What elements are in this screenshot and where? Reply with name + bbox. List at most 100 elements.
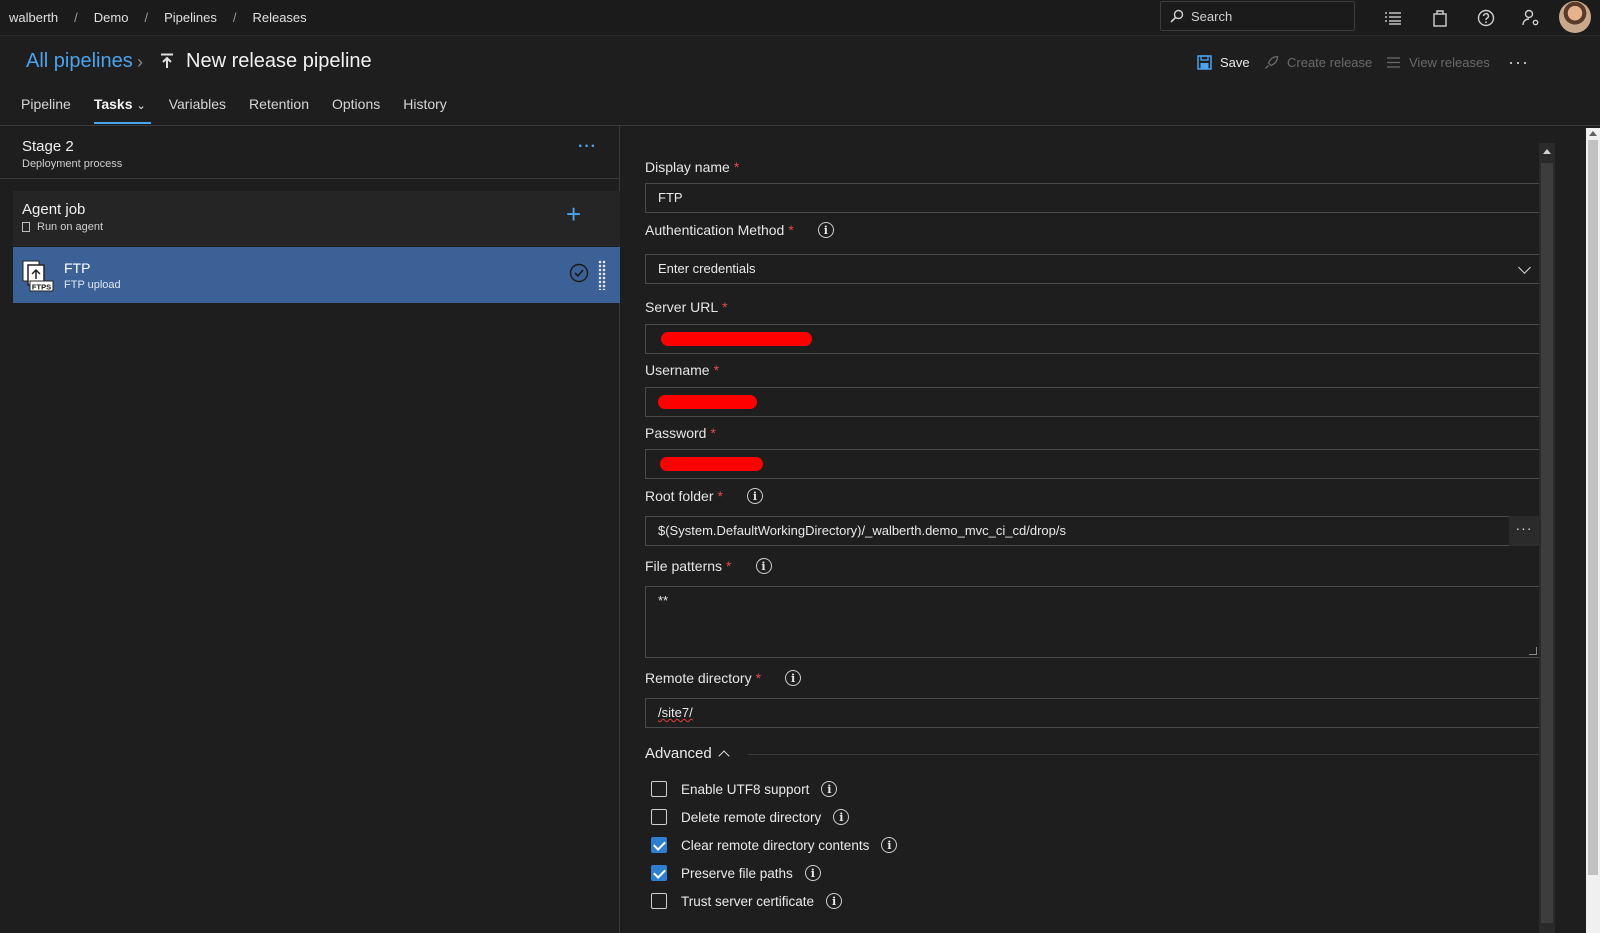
delete-remote-directory-option[interactable]: Delete remote directory i bbox=[651, 809, 850, 825]
required-mark: * bbox=[788, 222, 794, 238]
tab-pipeline[interactable]: Pipeline bbox=[21, 96, 71, 124]
root-folder-input[interactable]: $(System.DefaultWorkingDirectory)/_walbe… bbox=[645, 516, 1510, 546]
info-icon[interactable]: i bbox=[746, 488, 763, 504]
required-mark: * bbox=[710, 425, 716, 441]
tab-tasks[interactable]: Tasks ⌄ bbox=[93, 96, 151, 124]
remote-directory-input[interactable]: /site7/ bbox=[645, 698, 1540, 728]
chevron-right-icon: › bbox=[137, 52, 143, 72]
info-icon[interactable]: i bbox=[755, 558, 772, 574]
display-name-input[interactable]: FTP bbox=[645, 183, 1540, 213]
preserve-file-paths-option[interactable]: Preserve file paths i bbox=[651, 865, 821, 881]
user-settings-icon[interactable] bbox=[1521, 8, 1541, 28]
task-subtitle: FTP upload bbox=[64, 279, 121, 291]
trust-server-certificate-checkbox[interactable] bbox=[651, 893, 667, 909]
scrollbar-thumb[interactable] bbox=[1588, 140, 1598, 875]
password-input[interactable] bbox=[645, 449, 1540, 479]
clear-remote-directory-checkbox[interactable] bbox=[651, 837, 667, 853]
preserve-file-paths-checkbox[interactable] bbox=[651, 865, 667, 881]
check-circle-icon bbox=[569, 263, 589, 283]
tab-retention[interactable]: Retention bbox=[249, 96, 309, 124]
more-actions-button[interactable]: ··· bbox=[1508, 52, 1529, 73]
info-icon[interactable]: i bbox=[817, 222, 834, 238]
label-text: Display name bbox=[645, 159, 730, 175]
save-button[interactable]: Save bbox=[1197, 55, 1250, 70]
breadcrumb-separator: / bbox=[232, 10, 237, 25]
redaction-mark bbox=[661, 332, 812, 346]
ftp-upload-icon: FTPS bbox=[22, 260, 54, 292]
password-label: Password * bbox=[645, 425, 716, 441]
info-icon[interactable]: i bbox=[826, 893, 843, 909]
task-row-ftp[interactable]: FTPS FTP FTP upload bbox=[13, 247, 620, 303]
view-releases-button[interactable]: View releases bbox=[1386, 55, 1490, 70]
task-title: FTP bbox=[64, 260, 91, 276]
tab-options[interactable]: Options bbox=[332, 96, 380, 124]
clear-remote-directory-option[interactable]: Clear remote directory contents i bbox=[651, 837, 898, 853]
page-scrollbar[interactable] bbox=[1586, 128, 1600, 933]
create-release-button[interactable]: Create release bbox=[1264, 55, 1372, 70]
info-icon[interactable]: i bbox=[821, 781, 838, 797]
breadcrumb-pipelines[interactable]: Pipelines bbox=[164, 10, 217, 25]
marketplace-bag-icon[interactable] bbox=[1430, 8, 1450, 28]
breadcrumb-releases[interactable]: Releases bbox=[252, 10, 306, 25]
delete-remote-directory-checkbox[interactable] bbox=[651, 809, 667, 825]
browse-button[interactable]: ··· bbox=[1509, 516, 1539, 546]
breadcrumb: walberth / Demo / Pipelines / Releases bbox=[9, 10, 307, 25]
stage-more-button[interactable]: ··· bbox=[578, 138, 597, 156]
all-pipelines-link[interactable]: All pipelines bbox=[26, 50, 133, 73]
advanced-section-toggle[interactable]: Advanced bbox=[645, 745, 730, 762]
option-label: Enable UTF8 support bbox=[681, 781, 810, 797]
resize-handle-icon[interactable] bbox=[1529, 647, 1537, 655]
scroll-up-icon[interactable] bbox=[1589, 131, 1597, 136]
drag-handle-icon[interactable] bbox=[598, 260, 606, 290]
info-icon[interactable]: i bbox=[785, 670, 802, 686]
task-list-icon[interactable] bbox=[1383, 8, 1403, 28]
label-text: Username bbox=[645, 362, 710, 378]
auth-method-dropdown[interactable]: Enter credentials bbox=[645, 254, 1540, 284]
breadcrumb-project[interactable]: Demo bbox=[94, 10, 129, 25]
search-box[interactable]: Search bbox=[1160, 1, 1355, 31]
agent-job-subtitle: Run on agent bbox=[22, 221, 103, 233]
divider bbox=[748, 754, 1540, 755]
label-text: Authentication Method bbox=[645, 222, 785, 238]
info-icon[interactable]: i bbox=[881, 837, 898, 853]
required-mark: * bbox=[755, 670, 762, 686]
server-icon bbox=[22, 222, 30, 232]
agent-job-row[interactable]: Agent job Run on agent + bbox=[13, 191, 620, 246]
add-task-button[interactable]: + bbox=[566, 199, 581, 230]
stage-title: Stage 2 bbox=[22, 138, 74, 155]
agent-job-subtitle-text: Run on agent bbox=[37, 221, 104, 233]
tab-label: Options bbox=[331, 96, 381, 112]
tab-history[interactable]: History bbox=[403, 96, 447, 124]
required-mark: * bbox=[726, 558, 732, 574]
ftps-badge: FTPS bbox=[32, 283, 51, 292]
save-icon bbox=[1197, 55, 1212, 70]
scroll-up-icon[interactable] bbox=[1543, 149, 1551, 154]
rocket-icon bbox=[1265, 55, 1279, 69]
create-release-label: Create release bbox=[1287, 55, 1373, 70]
root-folder-label: Root folder * i bbox=[645, 488, 763, 504]
label-text: Server URL bbox=[645, 299, 719, 315]
avatar[interactable] bbox=[1559, 1, 1591, 33]
username-input[interactable] bbox=[645, 387, 1540, 417]
form-scrollbar[interactable] bbox=[1539, 143, 1555, 933]
trust-server-certificate-option[interactable]: Trust server certificate i bbox=[651, 893, 843, 909]
help-icon[interactable] bbox=[1476, 8, 1496, 28]
tab-variables[interactable]: Variables bbox=[169, 96, 226, 124]
enable-utf8-option[interactable]: Enable UTF8 support i bbox=[651, 781, 838, 797]
info-icon[interactable]: i bbox=[833, 809, 850, 825]
save-label: Save bbox=[1220, 55, 1250, 70]
info-icon[interactable]: i bbox=[804, 865, 821, 881]
enable-utf8-checkbox[interactable] bbox=[651, 781, 667, 797]
display-name-label: Display name * bbox=[645, 159, 739, 175]
redaction-mark bbox=[660, 457, 763, 471]
stage-panel: Stage 2 Deployment process ··· Agent job… bbox=[0, 126, 620, 933]
label-text: Password bbox=[645, 425, 707, 441]
breadcrumb-org[interactable]: walberth bbox=[9, 10, 58, 25]
redaction-mark bbox=[658, 395, 757, 409]
tab-label: Retention bbox=[249, 96, 309, 112]
chevron-down-icon: ⌄ bbox=[136, 100, 146, 112]
scrollbar-thumb[interactable] bbox=[1541, 163, 1553, 923]
remote-directory-value: /site7/ bbox=[658, 705, 693, 720]
file-patterns-textarea[interactable]: ** bbox=[645, 586, 1540, 658]
auth-method-label: Authentication Method * i bbox=[645, 222, 834, 238]
